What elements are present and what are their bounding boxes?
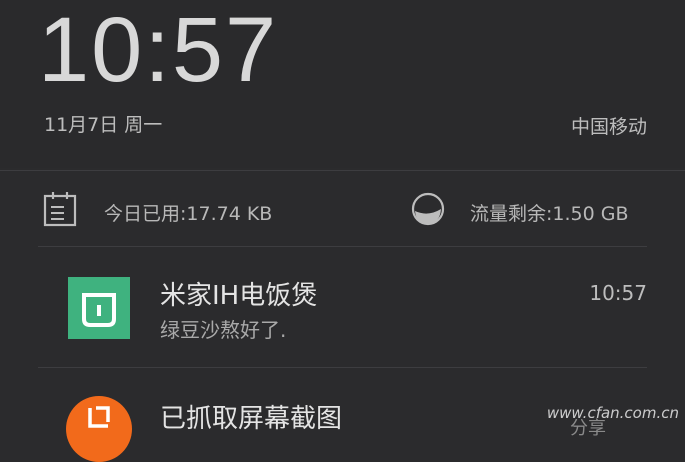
carrier-label: 中国移动 — [570, 116, 647, 138]
notification-title: 米家IH电饭煲 — [160, 281, 318, 311]
notification-mijia[interactable]: 米家IH电饭煲 绿豆沙熬好了. 10:57 — [0, 247, 685, 367]
date-label: 11月7日 周一 — [44, 114, 163, 136]
watermark: www.cfan.com.cn — [546, 404, 679, 422]
screenshot-icon — [66, 396, 132, 462]
remaining-data-label: 流量剩余:1.50 GB — [470, 203, 629, 225]
notification-body: 绿豆沙熬好了. — [160, 318, 287, 342]
data-usage-panel: 今日已用:17.74 KB 流量剩余:1.50 GB — [0, 172, 685, 246]
data-remaining-icon — [411, 192, 445, 226]
today-used-label: 今日已用:17.74 KB — [104, 203, 273, 225]
lockscreen-header: 10:57 11月7日 周一 中国移动 — [0, 0, 685, 168]
calendar-icon — [43, 192, 77, 227]
clock: 10:57 — [38, 0, 279, 101]
divider — [0, 170, 685, 171]
notification-time: 10:57 — [589, 281, 647, 305]
mijia-icon — [68, 277, 130, 339]
notification-title: 已抓取屏幕截图 — [160, 404, 343, 434]
